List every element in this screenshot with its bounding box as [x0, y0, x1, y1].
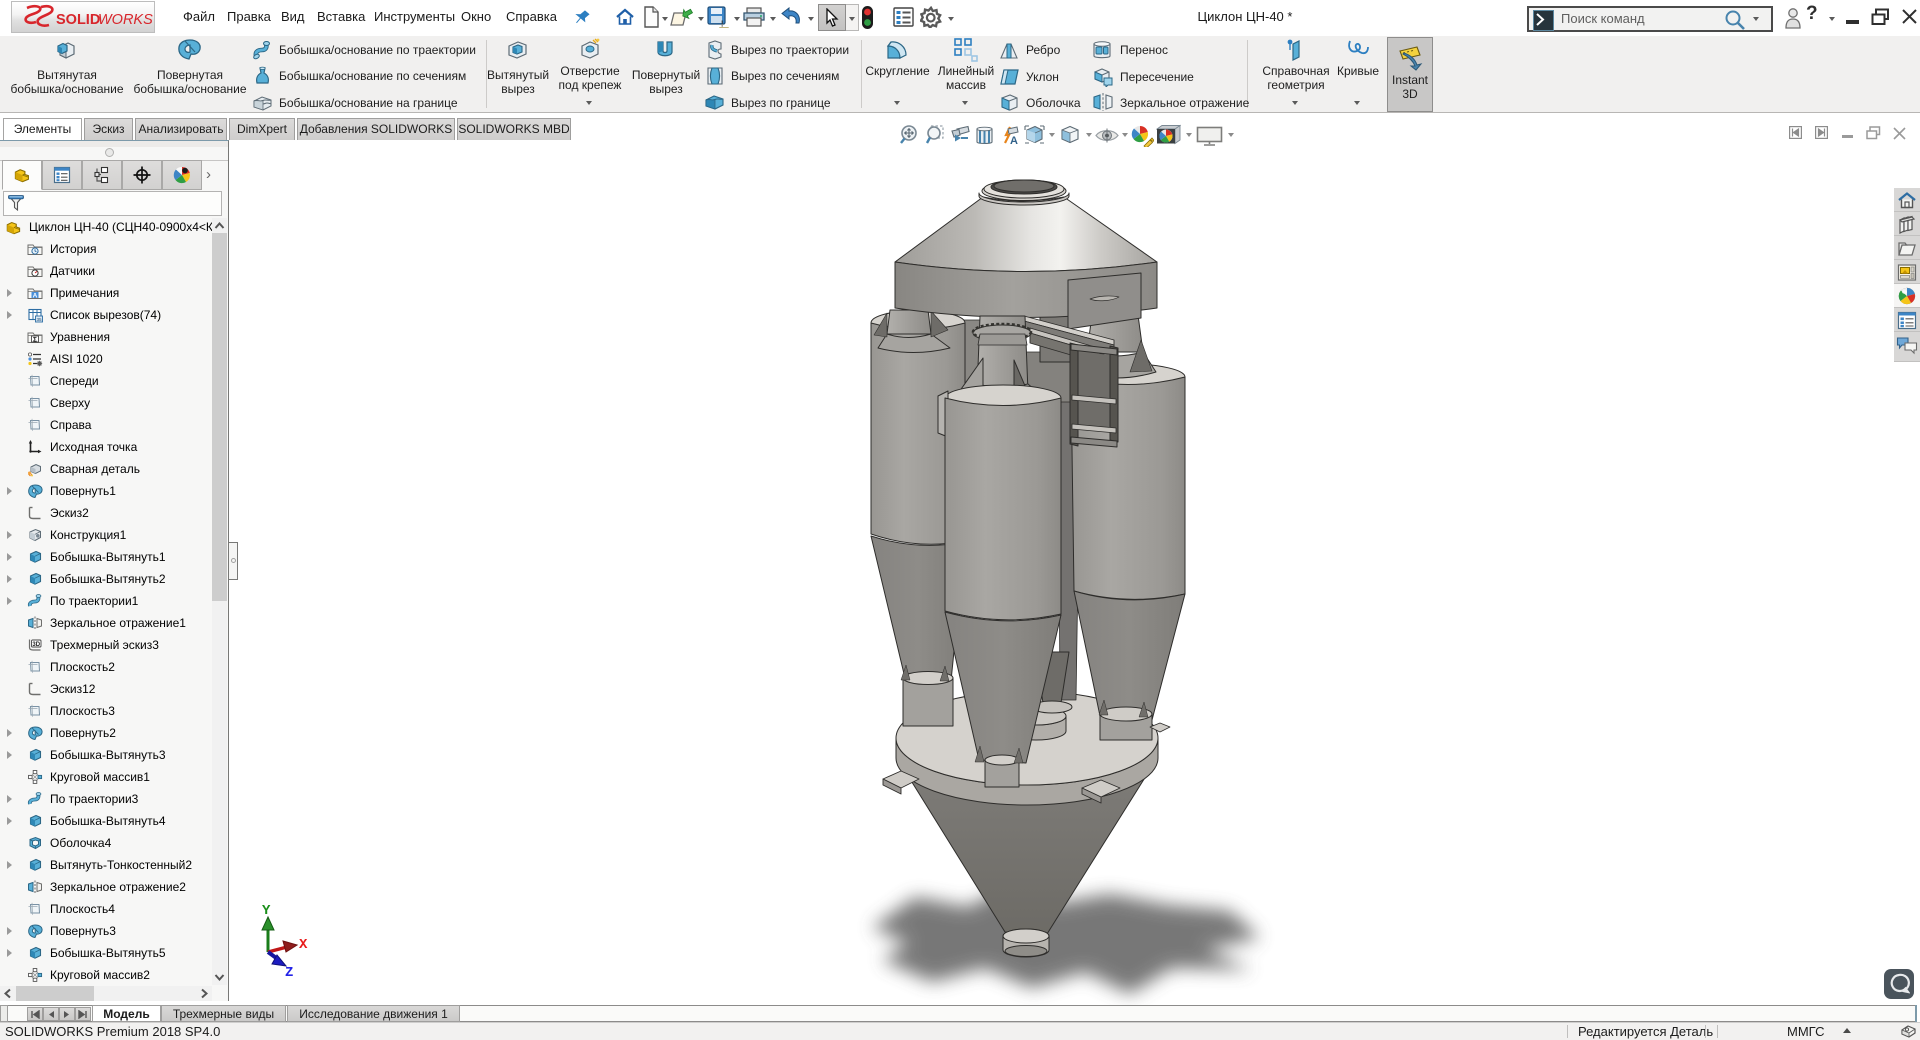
svg-text:WORKS: WORKS — [98, 12, 153, 28]
svg-text:Z: Z — [285, 965, 293, 980]
svg-text:Y: Y — [262, 903, 271, 919]
svg-text:!: ! — [721, 20, 724, 29]
svg-text:X: X — [299, 937, 308, 953]
svg-text:SOLID: SOLID — [56, 12, 100, 28]
